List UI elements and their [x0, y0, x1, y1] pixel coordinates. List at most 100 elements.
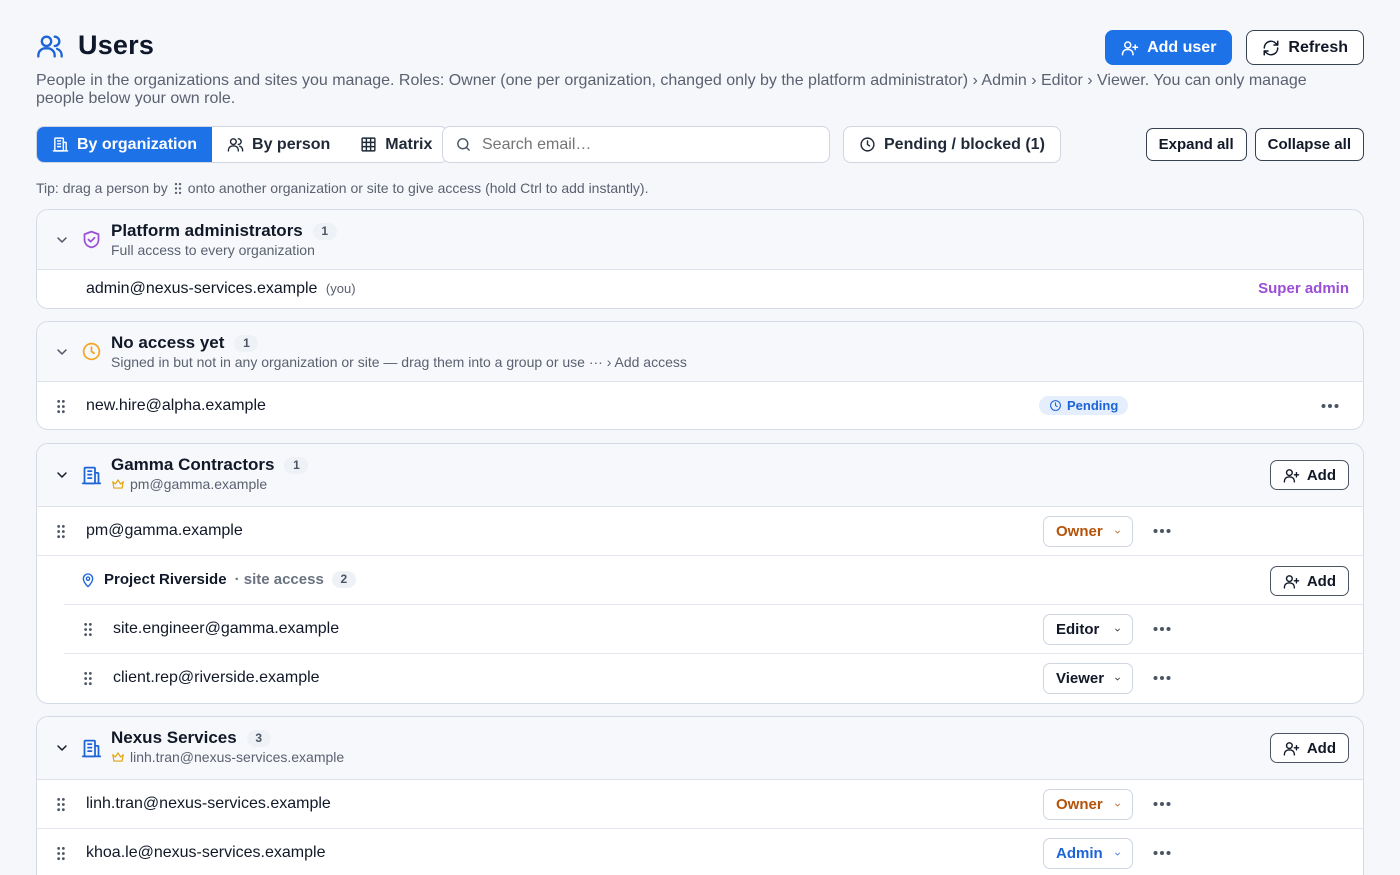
page-description: People in the organizations and sites yo… — [36, 72, 1307, 107]
drag-handle-icon[interactable] — [56, 399, 66, 414]
view-by-organization[interactable]: By organization — [37, 127, 213, 162]
site-member-row: site.engineer@gamma.example Editor — [64, 605, 1363, 654]
group-subtitle-text: Signed in but not in any organization or… — [111, 354, 687, 370]
role-value: Editor — [1056, 621, 1100, 638]
group-name: No access yet — [111, 333, 225, 352]
member-email: linh.tran@nexus-services.example — [86, 795, 331, 812]
add-member-button[interactable]: Add — [1269, 733, 1349, 763]
tip-text-after: onto another organization or site to giv… — [187, 180, 649, 196]
drag-handle-icon[interactable] — [83, 622, 93, 637]
drag-handle-icon[interactable] — [56, 524, 66, 539]
member-row: linh.tran@nexus-services.example Owner — [37, 780, 1363, 829]
member-row: admin@nexus-services.example (you) Super… — [37, 270, 1363, 308]
member-email: new.hire@alpha.example — [86, 397, 266, 414]
grip-icon — [174, 182, 182, 195]
users-icon — [227, 136, 244, 153]
role-select[interactable]: Viewer — [1043, 663, 1133, 694]
group-gamma-contractors: Gamma Contractors 1 pm@gamma.example Add… — [36, 443, 1364, 704]
group-header: Platform administrators 1 Full access to… — [37, 210, 1363, 270]
grid-icon — [360, 136, 377, 153]
user-plus-icon — [1283, 740, 1300, 757]
chevron-down-icon[interactable] — [54, 344, 70, 360]
building-icon — [52, 136, 69, 153]
site-project-riverside: Project Riverside · site access 2 Add si… — [64, 556, 1363, 703]
group-nexus-services: Nexus Services 3 linh.tran@nexus-service… — [36, 716, 1364, 875]
group-name: Platform administrators — [111, 221, 303, 240]
site-member-row: client.rep@riverside.example Viewer — [64, 654, 1363, 703]
chevron-down-icon[interactable] — [54, 740, 70, 756]
group-title: Nexus Services 3 — [111, 728, 271, 748]
chevron-down-icon — [1112, 850, 1123, 858]
search-input[interactable] — [482, 135, 802, 154]
drag-handle-icon[interactable] — [56, 797, 66, 812]
clock-icon — [1049, 399, 1062, 412]
group-no-access: No access yet 1 Signed in but not in any… — [36, 321, 1364, 430]
group-name: Nexus Services — [111, 728, 237, 747]
group-count-badge: 1 — [234, 334, 259, 352]
role-select[interactable]: Admin — [1043, 838, 1133, 869]
add-user-button[interactable]: Add user — [1105, 30, 1233, 65]
more-options-icon[interactable] — [1153, 671, 1171, 685]
more-options-icon[interactable] — [1153, 797, 1171, 811]
add-user-label: Add user — [1147, 38, 1217, 56]
group-name: Gamma Contractors — [111, 455, 275, 474]
role-value: Viewer — [1056, 670, 1105, 687]
site-title: Project Riverside · site access 2 — [104, 571, 356, 588]
member-email: client.rep@riverside.example — [113, 669, 320, 686]
user-plus-icon — [1283, 573, 1300, 590]
role-select[interactable]: Owner — [1043, 789, 1133, 820]
group-count-badge: 1 — [312, 222, 337, 240]
role-value: Owner — [1056, 523, 1103, 540]
expand-collapse: Expand all Collapse all — [1145, 128, 1364, 161]
group-subtitle-text: Full access to every organization — [111, 242, 315, 258]
view-label: By person — [252, 135, 331, 153]
collapse-all-button[interactable]: Collapse all — [1254, 128, 1364, 161]
title-wrap: Users — [36, 30, 154, 61]
chevron-down-icon[interactable] — [54, 232, 70, 248]
shield-icon — [81, 229, 102, 250]
member-email: site.engineer@gamma.example — [113, 620, 340, 637]
building-icon — [81, 465, 102, 486]
more-options-icon[interactable] — [1321, 399, 1339, 413]
group-subtitle: Signed in but not in any organization or… — [111, 354, 687, 370]
member-email: admin@nexus-services.example — [86, 280, 318, 297]
group-title: No access yet 1 — [111, 333, 259, 353]
site-name: Project Riverside — [104, 571, 227, 588]
view-by-person[interactable]: By person — [212, 127, 345, 162]
users-icon — [36, 32, 64, 60]
drag-handle-icon[interactable] — [56, 846, 66, 861]
group-header: No access yet 1 Signed in but not in any… — [37, 322, 1363, 382]
view-label: By organization — [77, 135, 198, 153]
header-actions: Add user Refresh — [1105, 30, 1364, 65]
view-matrix[interactable]: Matrix — [345, 127, 447, 162]
drag-handle-icon[interactable] — [83, 671, 93, 686]
owner-email: linh.tran@nexus-services.example — [130, 749, 345, 765]
view-label: Matrix — [385, 135, 433, 153]
tip-text-before: Tip: drag a person by — [36, 180, 168, 196]
site-header: Project Riverside · site access 2 Add — [64, 556, 1363, 605]
chevron-down-icon — [1112, 675, 1123, 683]
owner-email: pm@gamma.example — [130, 476, 268, 492]
map-pin-icon — [80, 572, 96, 588]
crown-icon — [111, 477, 125, 491]
role-select[interactable]: Owner — [1043, 516, 1133, 547]
more-options-icon[interactable] — [1153, 846, 1171, 860]
user-plus-icon — [1283, 467, 1300, 484]
chevron-down-icon[interactable] — [54, 467, 70, 483]
role-select[interactable]: Editor — [1043, 614, 1133, 645]
page-header: Users Add user Refresh — [36, 30, 1364, 66]
member-row: new.hire@alpha.example Pending — [37, 382, 1363, 429]
refresh-button[interactable]: Refresh — [1246, 30, 1364, 65]
member-email: khoa.le@nexus-services.example — [86, 844, 326, 861]
add-member-button[interactable]: Add — [1269, 460, 1349, 490]
refresh-icon — [1262, 39, 1280, 57]
expand-all-button[interactable]: Expand all — [1145, 128, 1247, 161]
group-header: Gamma Contractors 1 pm@gamma.example Add — [37, 444, 1363, 507]
crown-icon — [111, 750, 125, 764]
group-owner: pm@gamma.example — [111, 476, 267, 492]
pending-blocked-button[interactable]: Pending / blocked (1) — [843, 126, 1061, 163]
add-site-member-button[interactable]: Add — [1269, 566, 1349, 596]
site-count-badge: 2 — [331, 571, 356, 588]
more-options-icon[interactable] — [1153, 622, 1171, 636]
more-options-icon[interactable] — [1153, 524, 1171, 538]
